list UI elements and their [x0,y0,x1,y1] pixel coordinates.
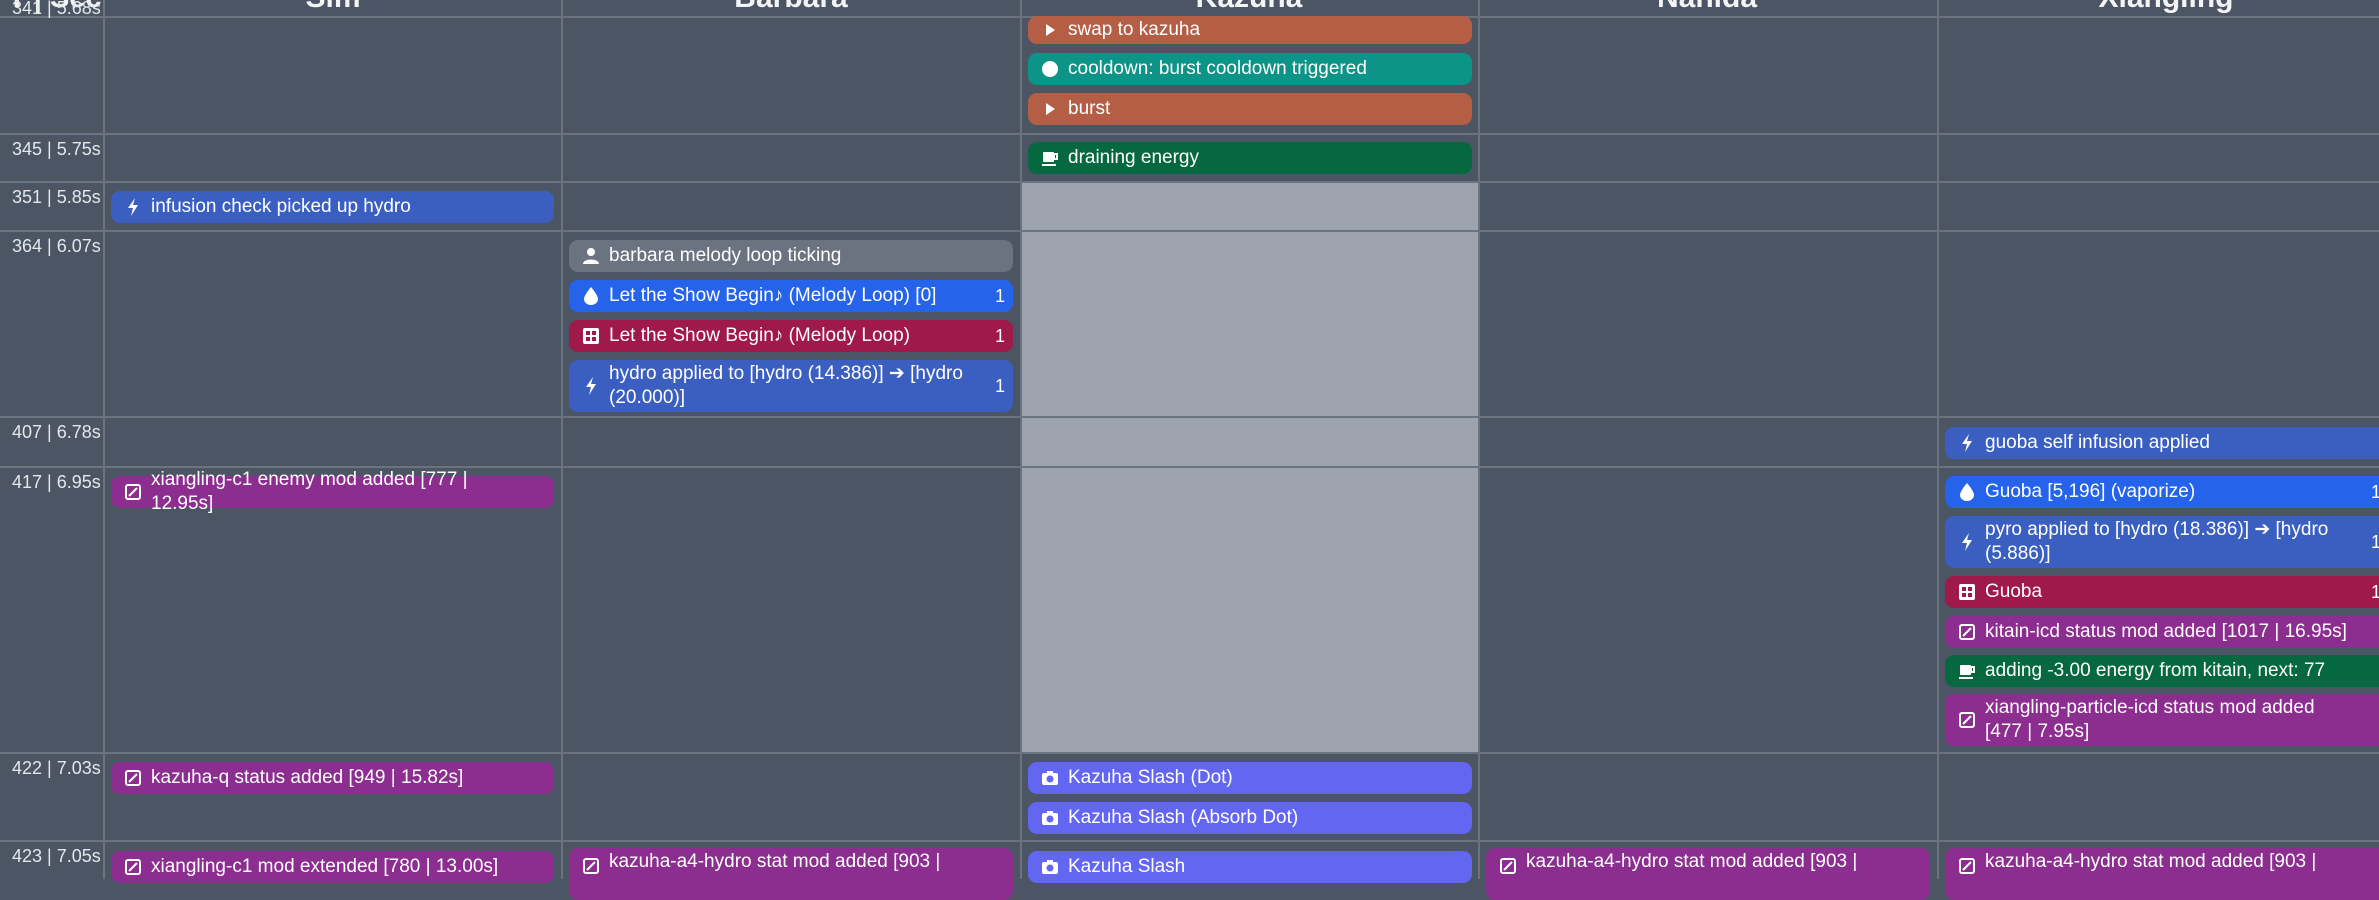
event-show-begin-damage[interactable]: Let the Show Begin♪ (Melody Loop) [0] 1 [569,280,1013,312]
user-icon [581,246,601,266]
event-particle-icd[interactable]: xiangling-particle-icd status mod added … [1945,694,2379,746]
time-label: 364 | 6.07s [12,236,101,256]
chart-icon [1957,622,1977,642]
event-xiangling-c1[interactable]: xiangling-c1 enemy mod added [777 | 12.9… [111,469,554,514]
row-divider [0,416,2379,418]
row-divider [0,752,2379,754]
camera-icon [1040,768,1060,788]
drop-icon [1957,482,1977,502]
event-kazuha-slash-dot[interactable]: Kazuha Slash (Dot) [1028,762,1472,794]
event-kitain-icd[interactable]: kitain-icd status mod added [1017 | 16.9… [1945,616,2379,648]
event-guoba-infusion[interactable]: guoba self infusion applied [1945,427,2379,459]
header-kazuha: Kazuha [1020,0,1478,14]
bolt-icon [1957,532,1977,552]
header-nahida: Nahida [1478,0,1936,14]
column-divider [561,0,563,879]
event-nahida-a4-hydro[interactable]: kazuha-a4-hydro stat mod added [903 | [1486,848,1930,900]
chart-icon [123,768,143,788]
column-divider [1937,0,1939,879]
time-label: 417 | 6.95s [12,472,101,492]
header-barbara: Barbara [562,0,1020,14]
drop-icon [581,286,601,306]
camera-icon [1040,808,1060,828]
event-guoba-vaporize[interactable]: Guoba [5,196] (vaporize) 1 [1945,476,2379,508]
event-barbara-loop[interactable]: barbara melody loop ticking [569,240,1013,272]
play-icon [1040,20,1060,40]
chart-icon [1957,856,1977,876]
chart-icon [123,482,143,502]
row-divider [0,840,2379,842]
column-divider [1478,0,1480,879]
cup-icon [1957,661,1977,681]
time-label: 341 | 5.68s [12,0,101,18]
column-divider [1020,0,1022,879]
chart-icon [1957,710,1977,730]
row-divider [0,133,2379,135]
bolt-icon [123,197,143,217]
event-kazuha-slash-absorb[interactable]: Kazuha Slash (Absorb Dot) [1028,802,1472,834]
row-divider [0,181,2379,183]
play-icon [1040,99,1060,119]
time-label: 345 | 5.75s [12,139,101,159]
bolt-icon [581,376,601,396]
time-label: 351 | 5.85s [12,187,101,207]
grid-icon [581,326,601,346]
event-infusion-check[interactable]: infusion check picked up hydro [111,191,554,223]
chart-icon [581,856,601,876]
event-xiangling-c1-extended[interactable]: xiangling-c1 mod extended [780 | 13.00s] [111,851,554,883]
event-draining-energy[interactable]: draining energy [1028,142,1472,174]
time-label: 407 | 6.78s [12,422,101,442]
header-xiangling: Xiangling [1937,0,2379,14]
time-label: 423 | 7.05s [12,846,101,866]
circle-icon [1040,59,1060,79]
time-label: 422 | 7.03s [12,758,101,778]
row-divider [0,230,2379,232]
event-barbara-a4-hydro[interactable]: kazuha-a4-hydro stat mod added [903 | [569,848,1013,900]
event-swap[interactable]: swap to kazuha [1028,16,1472,44]
event-hydro-applied[interactable]: hydro applied to [hydro (14.386)] ➔ [hyd… [569,360,1013,412]
cup-icon [1040,148,1060,168]
event-burst[interactable]: burst [1028,93,1472,125]
header-sim: Sim [104,0,562,14]
chart-icon [123,857,143,877]
chart-icon [1498,856,1518,876]
event-kitain-energy[interactable]: adding -3.00 energy from kitain, next: 7… [1945,655,2379,687]
event-xiangling-a4-hydro[interactable]: kazuha-a4-hydro stat mod added [903 | [1945,848,2379,900]
event-cooldown[interactable]: cooldown: burst cooldown triggered [1028,53,1472,85]
event-guoba[interactable]: Guoba 1 [1945,576,2379,608]
bolt-icon [1957,433,1977,453]
event-show-begin-action[interactable]: Let the Show Begin♪ (Melody Loop) 1 [569,320,1013,352]
event-kazuha-slash[interactable]: Kazuha Slash [1028,851,1472,883]
camera-icon [1040,857,1060,877]
event-pyro-applied[interactable]: pyro applied to [hydro (18.386)] ➔ [hydr… [1945,516,2379,568]
event-kazuha-q-status[interactable]: kazuha-q status added [949 | 15.82s] [111,762,554,794]
grid-icon [1957,582,1977,602]
